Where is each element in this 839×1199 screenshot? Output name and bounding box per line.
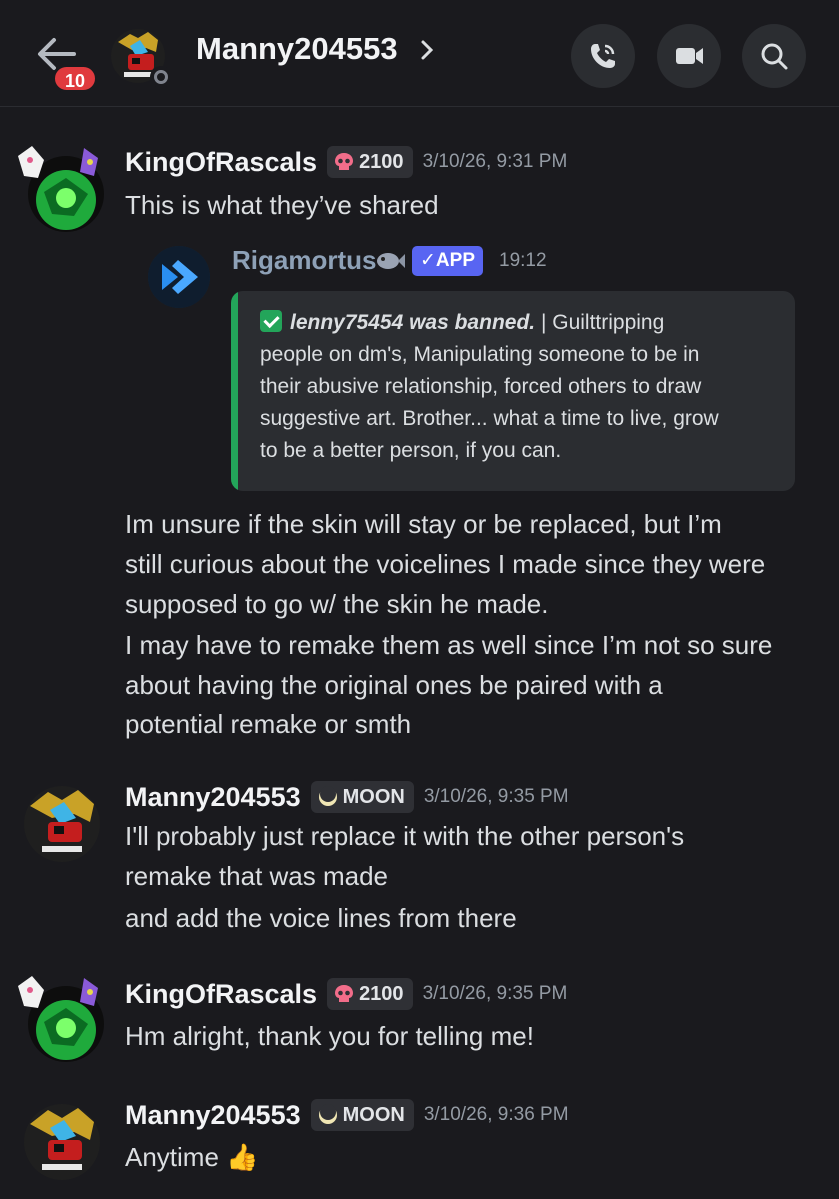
clan-tag-text: MOON bbox=[342, 1103, 405, 1126]
message-text: Anytime 👍 bbox=[125, 1142, 259, 1172]
embed-text: | Guilttripping bbox=[535, 311, 665, 334]
clan-tag-text: 2100 bbox=[359, 150, 404, 173]
moon-icon bbox=[318, 786, 337, 806]
skull-icon bbox=[335, 985, 354, 1002]
voice-call-button[interactable] bbox=[571, 24, 635, 88]
embed-line: people on dm's, Manipulating someone to … bbox=[260, 343, 700, 366]
video-call-button[interactable] bbox=[657, 24, 721, 88]
user-avatar[interactable] bbox=[14, 972, 104, 1062]
unread-badge: 10 bbox=[52, 64, 98, 93]
phone-icon bbox=[591, 44, 615, 68]
search-button[interactable] bbox=[742, 24, 806, 88]
fish-emoji-icon bbox=[377, 253, 405, 269]
check-mark-icon bbox=[260, 310, 282, 332]
message-text: about having the original ones be paired… bbox=[125, 670, 663, 700]
message-timestamp: 3/10/26, 9:36 PM bbox=[423, 1104, 569, 1125]
username[interactable]: Manny204553 bbox=[125, 782, 301, 813]
username[interactable]: KingOfRascals bbox=[125, 979, 317, 1010]
embed-line: to be a better person, if you can. bbox=[260, 439, 562, 462]
message-text: This is what they’ve shared bbox=[125, 190, 439, 220]
video-camera-icon bbox=[676, 48, 703, 64]
app-badge: ✓APP bbox=[412, 246, 483, 276]
channel-header: 10 Manny204553 bbox=[0, 0, 839, 107]
embed-card: lenny75454 was banned. | Guilttripping p… bbox=[231, 291, 795, 491]
username[interactable]: KingOfRascals bbox=[125, 147, 317, 178]
skull-icon bbox=[335, 153, 354, 170]
clan-tag[interactable]: 2100 bbox=[327, 146, 413, 178]
channel-title[interactable]: Manny204553 bbox=[196, 31, 398, 67]
chevron-right-icon[interactable] bbox=[418, 37, 436, 63]
message-text: and add the voice lines from there bbox=[125, 903, 517, 933]
message-text: still curious about the voicelines I mad… bbox=[125, 549, 766, 579]
bot-username[interactable]: Rigamortus bbox=[232, 245, 376, 276]
clan-tag[interactable]: 2100 bbox=[327, 978, 413, 1010]
message-text: potential remake or smth bbox=[125, 709, 412, 739]
message-text: remake that was made bbox=[125, 861, 389, 891]
message-text: I'll probably just replace it with the o… bbox=[125, 821, 685, 851]
message-timestamp: 3/10/26, 9:35 PM bbox=[423, 786, 569, 807]
embed-bold-text: lenny75454 was banned. bbox=[290, 311, 536, 334]
user-avatar[interactable] bbox=[14, 142, 104, 232]
message-text: Im unsure if the skin will stay or be re… bbox=[125, 509, 722, 539]
clan-tag-text: MOON bbox=[342, 785, 405, 808]
status-indicator bbox=[150, 66, 172, 88]
message-timestamp: 3/10/26, 9:31 PM bbox=[422, 151, 568, 172]
clan-tag[interactable]: MOON bbox=[310, 1099, 414, 1131]
moon-icon bbox=[318, 1104, 337, 1124]
embed-line: lenny75454 was banned. | Guilttripping bbox=[260, 307, 664, 339]
bot-timestamp: 19:12 bbox=[499, 250, 547, 271]
user-avatar[interactable] bbox=[22, 1102, 102, 1182]
message-text: Hm alright, thank you for telling me! bbox=[125, 1021, 534, 1051]
search-icon bbox=[761, 43, 788, 70]
clan-tag[interactable]: MOON bbox=[310, 781, 414, 813]
bot-avatar[interactable] bbox=[148, 246, 210, 308]
embed-line: their abusive relationship, forced other… bbox=[260, 375, 702, 398]
message-text: I may have to remake them as well since … bbox=[125, 630, 773, 660]
username[interactable]: Manny204553 bbox=[125, 1100, 301, 1131]
message-timestamp: 3/10/26, 9:35 PM bbox=[422, 983, 568, 1004]
message-text: supposed to go w/ the skin he made. bbox=[125, 589, 549, 619]
user-avatar[interactable] bbox=[22, 784, 102, 864]
embed-line: suggestive art. Brother... what a time t… bbox=[260, 407, 719, 430]
clan-tag-text: 2100 bbox=[359, 982, 404, 1005]
